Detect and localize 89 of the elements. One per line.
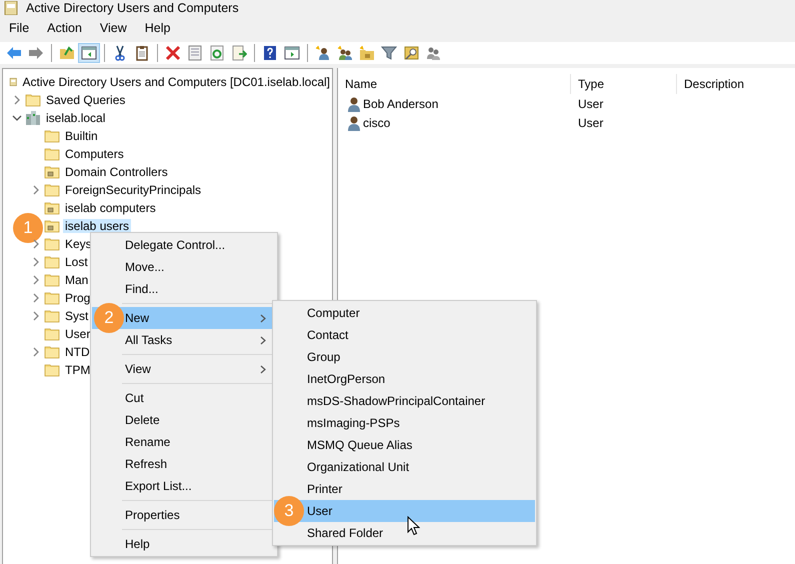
- menu-item[interactable]: File: [0, 16, 38, 40]
- list-cell-text: cisco: [363, 114, 390, 132]
- menu-item[interactable]: Properties: [92, 504, 276, 526]
- folder-icon: [44, 182, 60, 198]
- menu-item[interactable]: InetOrgPerson: [274, 368, 535, 390]
- menu-item[interactable]: Organizational Unit: [274, 456, 535, 478]
- menu-item[interactable]: Contact: [274, 324, 535, 346]
- menu-item[interactable]: Rename: [92, 431, 276, 453]
- filter-icon: [381, 45, 397, 61]
- menu-item[interactable]: Action: [38, 16, 91, 40]
- folder-up-icon: [59, 45, 75, 61]
- org-unit-icon: [44, 200, 60, 216]
- list-cell-text: User: [577, 96, 604, 112]
- tree-item[interactable]: Computers: [63, 147, 126, 161]
- tree-item[interactable]: iselab users: [63, 219, 132, 233]
- folder-icon: [44, 236, 60, 252]
- step-callout: 1: [13, 213, 43, 243]
- folder-icon: [44, 146, 60, 162]
- folder-icon: [44, 362, 60, 378]
- tree-item[interactable]: Domain Controllers: [63, 165, 170, 179]
- window-title: Active Directory Users and Computers: [26, 1, 239, 15]
- folder-icon: [44, 308, 60, 324]
- back-arrow-icon: [6, 45, 22, 61]
- menu-item[interactable]: Cut: [92, 387, 276, 409]
- column-header[interactable]: Type: [571, 74, 677, 94]
- folder-icon: [44, 128, 60, 144]
- tree-item[interactable]: Active Directory Users and Computers [DC01.iselab.local]: [20, 75, 332, 89]
- step-callout: 2: [94, 303, 124, 333]
- tree-item[interactable]: Builtin: [63, 129, 100, 143]
- menu-item[interactable]: msDS-ShadowPrincipalContainer: [274, 390, 535, 412]
- tree-item[interactable]: Saved Queries: [44, 93, 128, 107]
- mouse-pointer-icon: [407, 516, 420, 536]
- menu-item[interactable]: Group: [274, 346, 535, 368]
- find-icon: [403, 45, 419, 61]
- tree-item[interactable]: Keys: [63, 237, 94, 251]
- tree-item[interactable]: Prog: [63, 291, 92, 305]
- menu-item[interactable]: Refresh: [92, 453, 276, 475]
- tree-item[interactable]: User: [63, 327, 92, 341]
- clipboard-icon: [134, 45, 150, 61]
- menu-item[interactable]: Move...: [92, 256, 276, 278]
- refresh-icon: [209, 45, 225, 61]
- new-group-icon: [337, 45, 353, 61]
- domain-icon: [25, 110, 41, 126]
- org-unit-icon: [44, 164, 60, 180]
- properties-icon: [187, 45, 203, 61]
- folder-icon: [44, 254, 60, 270]
- app-icon: [4, 1, 18, 15]
- list-cell-text: User: [577, 114, 604, 132]
- menu-item[interactable]: Computer: [274, 302, 535, 324]
- menu-item[interactable]: Delegate Control...: [92, 234, 276, 256]
- folder-icon: [44, 326, 60, 342]
- menu-item[interactable]: Export List...: [92, 475, 276, 497]
- tree-item[interactable]: NTD: [63, 345, 92, 359]
- menu-item[interactable]: View: [90, 16, 136, 40]
- tree-item[interactable]: Syst: [63, 309, 90, 323]
- step-callout: 3: [274, 496, 304, 526]
- forward-arrow-icon: [28, 45, 44, 61]
- menu-item[interactable]: msImaging-PSPs: [274, 412, 535, 434]
- tree-item[interactable]: ForeignSecurityPrincipals: [63, 183, 204, 197]
- console-tree-icon: [81, 45, 97, 61]
- user-icon: [346, 96, 362, 112]
- tree-item[interactable]: Man: [63, 273, 90, 287]
- menu-item[interactable]: Find...: [92, 278, 276, 300]
- menu-item[interactable]: Help: [92, 533, 276, 555]
- tree-item[interactable]: iselab.local: [44, 111, 108, 125]
- console-tree-button[interactable]: [78, 43, 100, 63]
- menu-item[interactable]: View: [92, 358, 276, 380]
- new-user-icon: [315, 45, 331, 61]
- column-header[interactable]: Description: [677, 74, 795, 94]
- folder-icon: [25, 92, 41, 108]
- user-icon: [346, 114, 362, 130]
- new-folder-icon: [359, 45, 375, 61]
- menu-item[interactable]: MSMQ Queue Alias: [274, 434, 535, 456]
- delete-x-icon: [165, 45, 181, 61]
- menu-item[interactable]: Delete: [92, 409, 276, 431]
- tree-item[interactable]: TPM: [63, 363, 92, 377]
- action-pane-icon: [284, 45, 300, 61]
- folder-icon: [44, 290, 60, 306]
- list-cell-text: Bob Anderson: [363, 96, 438, 112]
- group-icon: [425, 45, 441, 61]
- help-icon: [262, 45, 278, 61]
- folder-icon: [44, 344, 60, 360]
- menu-item[interactable]: Help: [136, 16, 180, 40]
- export-list-icon: [231, 45, 247, 61]
- column-header[interactable]: Name: [338, 74, 571, 94]
- org-unit-icon: [44, 218, 60, 234]
- folder-icon: [44, 272, 60, 288]
- tree-item[interactable]: Lost: [63, 255, 90, 269]
- tree-item[interactable]: iselab computers: [63, 201, 158, 215]
